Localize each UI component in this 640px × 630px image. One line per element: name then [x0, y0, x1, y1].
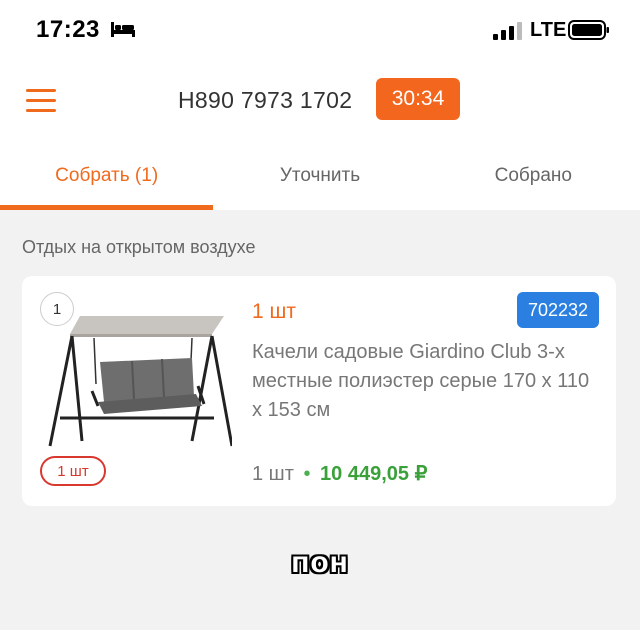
tab-clarify[interactable]: Уточнить — [213, 142, 426, 210]
quantity-label: 1 шт — [252, 300, 296, 323]
timer-badge: 30:34 — [376, 78, 460, 120]
product-card[interactable]: 1 1 шт 1 шт 702232 Качели садовые Giardi… — [22, 276, 616, 506]
battery-icon — [568, 20, 609, 40]
position-number: 1 — [40, 292, 74, 326]
price-row: 1 шт • 10 449,05 ₽ — [252, 461, 427, 486]
app-header: Н890 7973 1702 30:34 — [0, 62, 640, 142]
tab-collected[interactable]: Собрано — [427, 142, 640, 210]
menu-icon[interactable] — [26, 89, 56, 113]
network-label: LTE — [530, 19, 567, 41]
product-title: Качели садовые Giardino Club 3-х местные… — [252, 341, 590, 421]
tab-bar: Собрать (1) Уточнить Собрано — [0, 142, 640, 210]
order-number: Н890 7973 1702 — [178, 87, 353, 113]
product-image — [48, 316, 232, 447]
price-quantity: 1 шт — [252, 463, 294, 485]
signal-icon — [493, 22, 522, 40]
section-title: Отдых на открытом воздухе — [22, 237, 256, 257]
status-time: 17:23 — [36, 16, 100, 43]
price: 10 449,05 ₽ — [320, 463, 428, 485]
status-bar: 17:23 LTE — [0, 0, 640, 62]
overlay-caption: пон — [291, 546, 349, 579]
quantity-pill: 1 шт — [40, 456, 106, 486]
price-separator: • — [303, 463, 311, 485]
bed-icon — [111, 22, 135, 37]
sku-badge[interactable]: 702232 — [517, 292, 599, 328]
tab-collect[interactable]: Собрать (1) — [0, 142, 214, 210]
